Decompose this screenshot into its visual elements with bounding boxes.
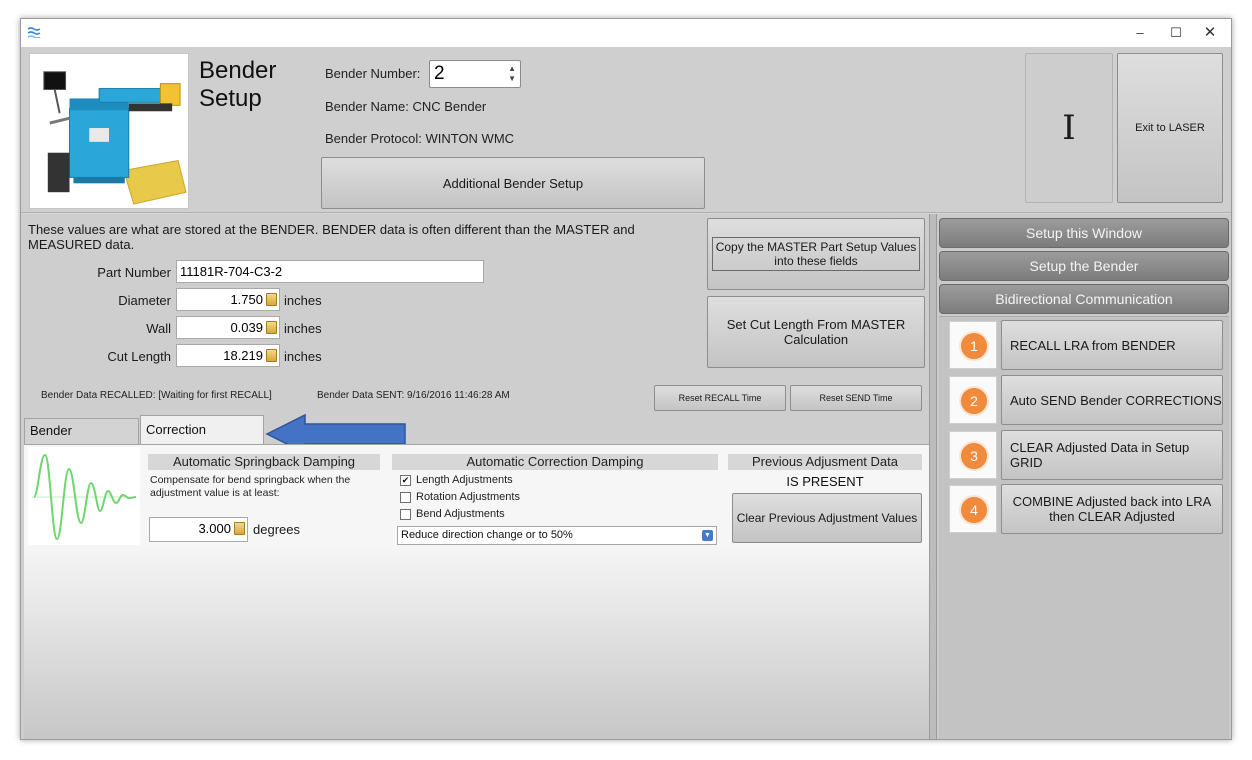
header-panel: Bender Setup Bender Number: 2 ▲ ▼ Bender … bbox=[21, 47, 1231, 213]
maximize-button[interactable]: ☐ bbox=[1161, 23, 1191, 43]
copy-master-values-button[interactable]: Copy the MASTER Part Setup Values into t… bbox=[707, 218, 925, 290]
part-number-label: Part Number bbox=[97, 265, 171, 280]
part-number-field[interactable]: 11181R-704-C3-2 bbox=[176, 260, 484, 283]
bender-data-info-text: These values are what are stored at the … bbox=[28, 222, 635, 252]
bender-protocol-label: Bender Protocol: bbox=[325, 131, 422, 146]
step-3-badge: 3 bbox=[949, 431, 997, 479]
calculator-icon[interactable] bbox=[266, 321, 277, 334]
bidirectional-communication-header[interactable]: Bidirectional Communication bbox=[939, 284, 1229, 314]
wall-label: Wall bbox=[146, 321, 171, 336]
app-window: – ☐ ✕ Bender Setup Bender Number: 2 ▲▼ bbox=[20, 18, 1232, 740]
calculator-icon[interactable] bbox=[266, 349, 277, 362]
page-title-line2: Setup bbox=[199, 85, 262, 112]
cut-length-value[interactable]: 18.219 bbox=[223, 348, 263, 363]
combine-adjusted-button[interactable]: COMBINE Adjusted back into LRA then CLEA… bbox=[1001, 484, 1223, 534]
close-button[interactable]: ✕ bbox=[1195, 23, 1225, 43]
bend-adjustments-label: Bend Adjustments bbox=[416, 508, 505, 520]
recalled-status: Bender Data RECALLED: [Waiting for first… bbox=[41, 390, 272, 401]
bender-name-value: CNC Bender bbox=[412, 99, 487, 114]
auto-send-corrections-button[interactable]: Auto SEND Bender CORRECTIONS bbox=[1001, 375, 1223, 425]
bender-protocol-row: Bender Protocol: WINTON WMC bbox=[325, 131, 514, 146]
bender-machine-image bbox=[29, 53, 189, 209]
checkbox-unchecked-icon[interactable] bbox=[400, 508, 411, 520]
additional-bender-setup-button[interactable]: Additional Bender Setup bbox=[321, 157, 705, 209]
text-cursor-button[interactable]: I bbox=[1025, 53, 1113, 203]
bender-name-row: Bender Name: CNC Bender bbox=[325, 99, 486, 114]
springback-value-field[interactable]: 3.000 bbox=[149, 517, 248, 542]
length-adjustments-checkbox[interactable]: ✔ Length Adjustments bbox=[400, 472, 513, 488]
cut-length-unit: inches bbox=[284, 349, 322, 364]
checkbox-unchecked-icon[interactable] bbox=[400, 491, 411, 503]
bender-number-value[interactable]: 2 bbox=[434, 63, 445, 85]
cut-length-label: Cut Length bbox=[107, 349, 171, 364]
wall-unit: inches bbox=[284, 321, 322, 336]
diameter-field[interactable]: 1.750 bbox=[176, 288, 280, 311]
previous-adjustment-header: Previous Adjusment Data bbox=[728, 454, 922, 470]
rotation-adjustments-checkbox[interactable]: Rotation Adjustments bbox=[400, 489, 520, 505]
rotation-adjustments-label: Rotation Adjustments bbox=[416, 491, 520, 503]
correction-damping-header: Automatic Correction Damping bbox=[392, 454, 718, 470]
setup-this-window-header[interactable]: Setup this Window bbox=[939, 218, 1229, 248]
step-4-badge: 4 bbox=[949, 485, 997, 533]
step-number-icon: 4 bbox=[959, 495, 989, 525]
exit-to-laser-button[interactable]: Exit to LASER bbox=[1117, 53, 1223, 203]
communication-steps-list: 1 RECALL LRA from BENDER 2 Auto SEND Ben… bbox=[939, 316, 1229, 739]
bender-number-label: Bender Number: bbox=[325, 66, 421, 81]
bender-data-panel: These values are what are stored at the … bbox=[21, 214, 929, 739]
clear-previous-adjustment-button[interactable]: Clear Previous Adjustment Values bbox=[732, 493, 922, 543]
damping-mode-value: Reduce direction change or to 50% bbox=[401, 529, 573, 541]
springback-value[interactable]: 3.000 bbox=[198, 521, 231, 536]
step-number-icon: 2 bbox=[959, 386, 989, 416]
spinner-arrows-icon[interactable]: ▲ ▼ bbox=[508, 64, 516, 84]
step-2-badge: 2 bbox=[949, 376, 997, 424]
sidebar: Setup this Window Setup the Bender Bidir… bbox=[937, 214, 1231, 739]
length-adjustments-label: Length Adjustments bbox=[416, 474, 513, 486]
checkbox-checked-icon[interactable]: ✔ bbox=[400, 474, 411, 486]
springback-damping-header: Automatic Springback Damping bbox=[148, 454, 380, 470]
bender-number-spinner[interactable]: 2 ▲ ▼ bbox=[429, 60, 521, 88]
app-logo-icon bbox=[27, 27, 41, 38]
bender-name-label: Bender Name: bbox=[325, 99, 409, 114]
page-title: Bender Setup bbox=[199, 57, 276, 113]
previous-adjustment-status: IS PRESENT bbox=[786, 474, 864, 489]
bender-protocol-value: WINTON WMC bbox=[425, 131, 515, 146]
damping-wave-icon bbox=[28, 447, 140, 545]
title-bar: – ☐ ✕ bbox=[21, 19, 1231, 47]
clear-adjusted-data-button[interactable]: CLEAR Adjusted Data in Setup GRID bbox=[1001, 430, 1223, 480]
chevron-down-icon[interactable]: ▼ bbox=[702, 530, 713, 541]
cut-length-field[interactable]: 18.219 bbox=[176, 344, 280, 367]
springback-description: Compensate for bend springback when the … bbox=[150, 474, 351, 499]
wall-field[interactable]: 0.039 bbox=[176, 316, 280, 339]
diameter-label: Diameter bbox=[118, 293, 171, 308]
bend-adjustments-checkbox[interactable]: Bend Adjustments bbox=[400, 506, 505, 522]
step-number-icon: 1 bbox=[959, 331, 989, 361]
minimize-button[interactable]: – bbox=[1125, 23, 1155, 43]
panel-splitter[interactable] bbox=[929, 214, 937, 739]
page-title-line1: Bender bbox=[199, 57, 277, 84]
step-1-badge: 1 bbox=[949, 321, 997, 369]
reset-recall-time-button[interactable]: Reset RECALL Time bbox=[654, 385, 786, 411]
recall-lra-button[interactable]: RECALL LRA from BENDER bbox=[1001, 320, 1223, 370]
wall-value[interactable]: 0.039 bbox=[230, 320, 263, 335]
springback-unit: degrees bbox=[253, 522, 300, 537]
calculator-icon[interactable] bbox=[234, 522, 245, 535]
diameter-unit: inches bbox=[284, 293, 322, 308]
copy-master-values-label: Copy the MASTER Part Setup Values into t… bbox=[712, 237, 920, 271]
sent-status: Bender Data SENT: 9/16/2016 11:46:28 AM bbox=[317, 390, 510, 401]
reset-send-time-button[interactable]: Reset SEND Time bbox=[790, 385, 922, 411]
calculator-icon[interactable] bbox=[266, 293, 277, 306]
diameter-value[interactable]: 1.750 bbox=[230, 292, 263, 307]
set-cut-length-button[interactable]: Set Cut Length From MASTER Calculation bbox=[707, 296, 925, 368]
setup-the-bender-header[interactable]: Setup the Bender bbox=[939, 251, 1229, 281]
tab-bender-adjustment[interactable]: Bender Adjustment bbox=[24, 418, 139, 462]
tab-correction-damping[interactable]: Correction Damping bbox=[140, 415, 264, 465]
damping-mode-dropdown[interactable]: Reduce direction change or to 50% ▼ bbox=[397, 526, 717, 545]
step-number-icon: 3 bbox=[959, 441, 989, 471]
correction-damping-panel: Automatic Springback Damping Compensate … bbox=[24, 444, 929, 739]
